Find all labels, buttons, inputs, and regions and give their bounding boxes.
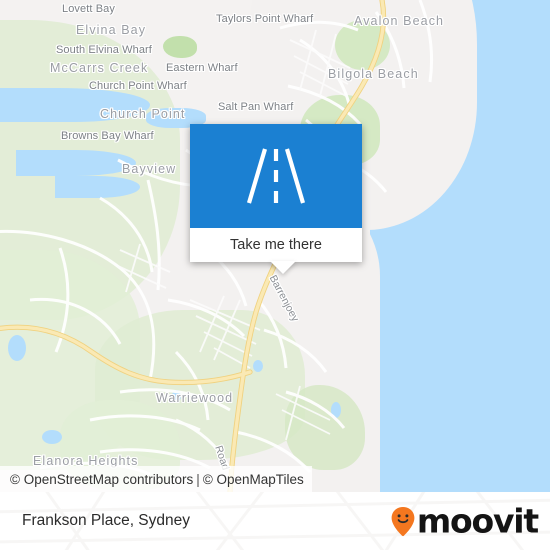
moovit-map-page: Lovett Bay Elvina Bay South Elvina Wharf Mc… <box>0 0 550 550</box>
map-attribution: © OpenStreetMap contributors | © OpenMap… <box>0 466 312 492</box>
location-title: Frankson Place, Sydney <box>22 512 191 529</box>
page-footer: Frankson Place, Sydney moovit <box>0 492 550 550</box>
road-icon <box>246 148 306 204</box>
attribution-tiles[interactable]: © OpenMapTiles <box>203 472 304 487</box>
take-me-there-popup[interactable]: Take me there <box>190 124 362 262</box>
map-canvas[interactable]: Lovett Bay Elvina Bay South Elvina Wharf Mc… <box>0 0 550 492</box>
attribution-osm[interactable]: © OpenStreetMap contributors <box>10 472 193 487</box>
popup-pointer-tip <box>270 261 296 274</box>
moovit-pin-icon <box>391 506 415 536</box>
attribution-separator: | <box>196 471 200 487</box>
moovit-wordmark: moovit <box>416 501 539 541</box>
popup-header <box>190 124 362 228</box>
popup-footer[interactable]: Take me there <box>190 228 362 262</box>
moovit-logo[interactable]: moovit <box>390 501 539 541</box>
take-me-there-label: Take me there <box>230 237 322 253</box>
